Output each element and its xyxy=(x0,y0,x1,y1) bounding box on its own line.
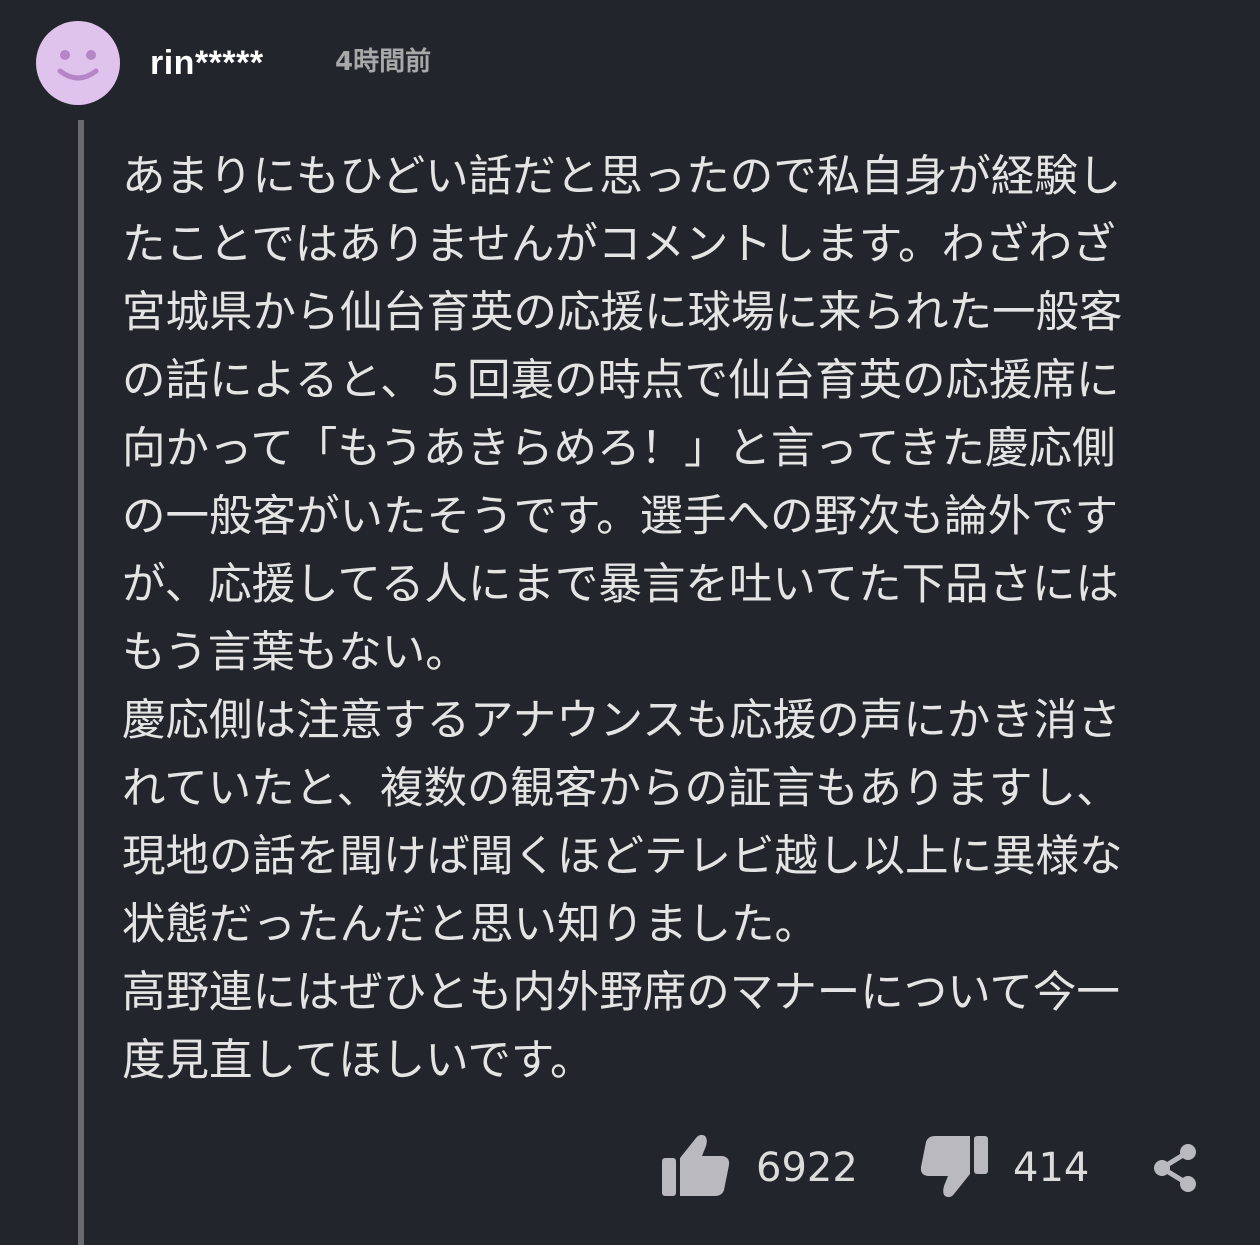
author-name[interactable]: rin***** xyxy=(150,40,264,86)
share-icon xyxy=(1154,1144,1196,1192)
comment-body-line: もう言葉もない。 xyxy=(122,628,469,678)
comment-body-line: 高野連にはぜひとも内外野席のマナーについて今一 xyxy=(122,968,1120,1018)
comment-body-line: あまりにもひどい話だと思ったので私自身が経験し xyxy=(122,152,1122,202)
comment-actions: 6922 414 xyxy=(0,1130,1260,1210)
post-timestamp: 4時間前 xyxy=(335,47,432,77)
comment-body-line: 度見直してほしいです。 xyxy=(122,1036,594,1086)
share-button[interactable] xyxy=(1150,1142,1202,1194)
dislike-count: 414 xyxy=(1013,1145,1090,1191)
comment-body-line: れていたと、複数の観客からの証言もありますし、 xyxy=(122,764,1120,814)
comment-body-line: 向かって「もうあきらめろ！」と言ってきた慶応側 xyxy=(122,424,1116,474)
comment-body-line: たことではありませんがコメントします。わざわざ xyxy=(122,220,1116,270)
thread-line xyxy=(78,120,84,1245)
dislike-button[interactable] xyxy=(918,1132,990,1200)
comment-body: あまりにもひどい話だと思ったので私自身が経験し たことではありませんがコメントし… xyxy=(122,143,1232,1095)
comment-body-line: 慶応側は注意するアナウンスも応援の声にかき消さ xyxy=(122,696,1121,746)
avatar[interactable] xyxy=(36,21,120,105)
comment-body-line: 状態だったんだと思い知りました。 xyxy=(122,900,818,950)
comment-body-line: 現地の話を聞けば聞くほどテレビ越し以上に異様な xyxy=(122,832,1123,882)
comment-body-line: 宮城県から仙台育英の応援に球場に来られた一般客 xyxy=(122,288,1123,338)
thumbs-down-icon xyxy=(920,1136,988,1198)
comment-body-line: の一般客がいたそうです。選手への野次も論外です xyxy=(122,492,1119,542)
smiley-avatar-icon xyxy=(57,50,99,81)
comment-body-line: の話によると、５回裏の時点で仙台育英の応援席に xyxy=(122,356,1120,406)
like-count: 6922 xyxy=(756,1145,858,1191)
comment-card: rin***** 4時間前 あまりにもひどい話だと思ったので私自身が経験し たこ… xyxy=(0,0,1260,1245)
thumbs-up-icon xyxy=(662,1134,730,1196)
comment-body-line: が、応援してる人にまで暴言を吐いてた下品さには xyxy=(122,560,1120,610)
like-button[interactable] xyxy=(660,1132,732,1200)
